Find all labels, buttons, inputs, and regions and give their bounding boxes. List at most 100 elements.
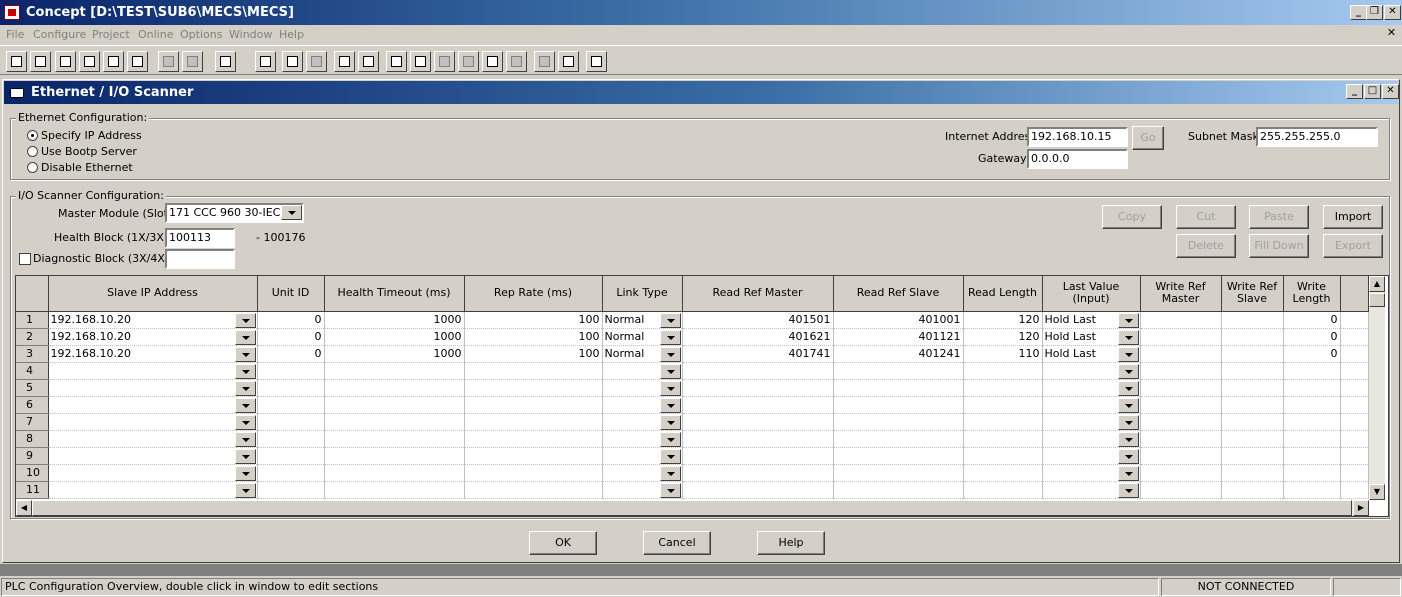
cell-read-length[interactable] (963, 413, 1043, 431)
chevron-down-icon[interactable] (659, 431, 681, 446)
cell-last-value[interactable] (1042, 464, 1141, 482)
cell-read-length[interactable]: 120 (963, 311, 1043, 329)
cell-rep-rate[interactable] (464, 362, 603, 380)
row-number[interactable]: 11 (16, 481, 49, 499)
cell-write-ref-master[interactable] (1140, 362, 1222, 380)
cell-read-ref-master[interactable] (682, 430, 834, 448)
tree-icon[interactable] (103, 51, 124, 72)
row-number[interactable]: 5 (16, 379, 49, 397)
scroll-right-icon[interactable]: ▶ (1353, 500, 1369, 516)
cell-write-ref-slave[interactable] (1221, 447, 1284, 465)
chevron-down-icon[interactable] (234, 380, 256, 395)
cell-health-timeout[interactable] (324, 464, 465, 482)
cell-last-value[interactable] (1042, 447, 1141, 465)
cell-unit-id[interactable] (257, 481, 325, 499)
cell-write-length[interactable] (1283, 430, 1341, 448)
cell-rep-rate[interactable]: 100 (464, 345, 603, 363)
row-number[interactable]: 3 (16, 345, 49, 363)
col-unit-id[interactable]: Unit ID (257, 276, 325, 312)
cell-read-ref-slave[interactable] (833, 362, 964, 380)
chevron-down-icon[interactable] (1117, 397, 1139, 412)
cell-link-type[interactable] (602, 447, 683, 465)
dialog-close-icon[interactable]: ✕ (1382, 84, 1399, 99)
cell-health-timeout[interactable] (324, 430, 465, 448)
cell-unit-id[interactable]: 0 (257, 345, 325, 363)
row-number[interactable]: 2 (16, 328, 49, 346)
transfer-icon[interactable] (215, 51, 236, 72)
dialog-minimize-icon[interactable]: _ (1346, 84, 1363, 99)
chevron-down-icon[interactable] (234, 482, 256, 497)
truck-icon[interactable] (334, 51, 355, 72)
cell-write-ref-master[interactable] (1140, 328, 1222, 346)
cell-link-type[interactable] (602, 362, 683, 380)
cell-read-length[interactable] (963, 362, 1043, 380)
chevron-down-icon[interactable] (659, 329, 681, 344)
cell-health-timeout[interactable]: 1000 (324, 328, 465, 346)
cell-write-length[interactable] (1283, 481, 1341, 499)
cell-write-length[interactable] (1283, 447, 1341, 465)
chevron-down-icon[interactable] (1117, 363, 1139, 378)
dialog-maximize-icon[interactable]: □ (1364, 84, 1381, 99)
cell-last-value[interactable] (1042, 481, 1141, 499)
cell-unit-id[interactable] (257, 464, 325, 482)
col-health-timeout[interactable]: Health Timeout (ms) (324, 276, 465, 312)
col-read-length[interactable]: Read Length (963, 276, 1043, 312)
cell-read-ref-slave[interactable] (833, 396, 964, 414)
cut-button[interactable]: Cut (1176, 205, 1236, 229)
cell-last-value[interactable]: Hold Last (1042, 311, 1141, 329)
app-icon[interactable] (4, 5, 20, 20)
chevron-down-icon[interactable] (1117, 414, 1139, 429)
cell-slave-ip[interactable]: 192.168.10.20 (48, 311, 258, 329)
cell-link-type[interactable] (602, 379, 683, 397)
master-module-select[interactable]: 171 CCC 960 30-IEC (165, 203, 304, 223)
ascii-icon[interactable] (534, 51, 555, 72)
cell-write-length[interactable] (1283, 464, 1341, 482)
chevron-down-icon[interactable] (659, 380, 681, 395)
corner-cell[interactable] (16, 276, 49, 312)
cell-read-ref-slave[interactable] (833, 413, 964, 431)
cell-last-value[interactable] (1042, 430, 1141, 448)
io-icon[interactable] (506, 51, 527, 72)
cell-slave-ip[interactable] (48, 379, 258, 397)
delete-button[interactable]: Delete (1176, 234, 1236, 258)
cell-read-length[interactable] (963, 396, 1043, 414)
module-icon[interactable] (458, 51, 479, 72)
cell-write-ref-master[interactable] (1140, 481, 1222, 499)
cell-link-type[interactable] (602, 481, 683, 499)
cell-write-ref-slave[interactable] (1221, 345, 1284, 363)
menu-help[interactable]: Help (279, 28, 304, 41)
col-read-ref-master[interactable]: Read Ref Master (682, 276, 834, 312)
cell-read-length[interactable] (963, 430, 1043, 448)
cell-write-length[interactable] (1283, 362, 1341, 380)
row-number[interactable]: 10 (16, 464, 49, 482)
disconnect-icon[interactable] (182, 51, 203, 72)
open-icon[interactable] (30, 51, 51, 72)
cell-last-value[interactable] (1042, 379, 1141, 397)
cell-read-ref-master[interactable]: 401501 (682, 311, 834, 329)
horizontal-scrollbar[interactable]: ◀ ▶ (16, 500, 1369, 516)
import-button[interactable]: Import (1323, 205, 1383, 229)
cell-link-type[interactable]: Normal (602, 345, 683, 363)
cell-read-ref-master[interactable] (682, 379, 834, 397)
hscroll-thumb[interactable] (32, 500, 1352, 516)
cell-health-timeout[interactable] (324, 362, 465, 380)
cell-link-type[interactable]: Normal (602, 328, 683, 346)
chevron-down-icon[interactable] (659, 448, 681, 463)
cell-read-ref-slave[interactable] (833, 430, 964, 448)
modbus-icon[interactable] (358, 51, 379, 72)
col-link-type[interactable]: Link Type (602, 276, 683, 312)
cell-write-ref-master[interactable] (1140, 413, 1222, 431)
network-icon[interactable] (386, 51, 407, 72)
cell-unit-id[interactable] (257, 413, 325, 431)
cell-slave-ip[interactable]: 192.168.10.20 (48, 328, 258, 346)
cell-write-ref-slave[interactable] (1221, 481, 1284, 499)
col-slave-ip[interactable]: Slave IP Address (48, 276, 258, 312)
cell-write-length[interactable] (1283, 413, 1341, 431)
internet-address-field[interactable]: 192.168.10.15 (1027, 127, 1128, 147)
cell-write-ref-master[interactable] (1140, 430, 1222, 448)
menu-online[interactable]: Online (138, 28, 173, 41)
cell-write-length[interactable]: 0 (1283, 345, 1341, 363)
col-write-ref-master[interactable]: Write Ref Master (1140, 276, 1222, 312)
plc-icon[interactable] (255, 51, 276, 72)
chevron-down-icon[interactable] (234, 312, 256, 327)
